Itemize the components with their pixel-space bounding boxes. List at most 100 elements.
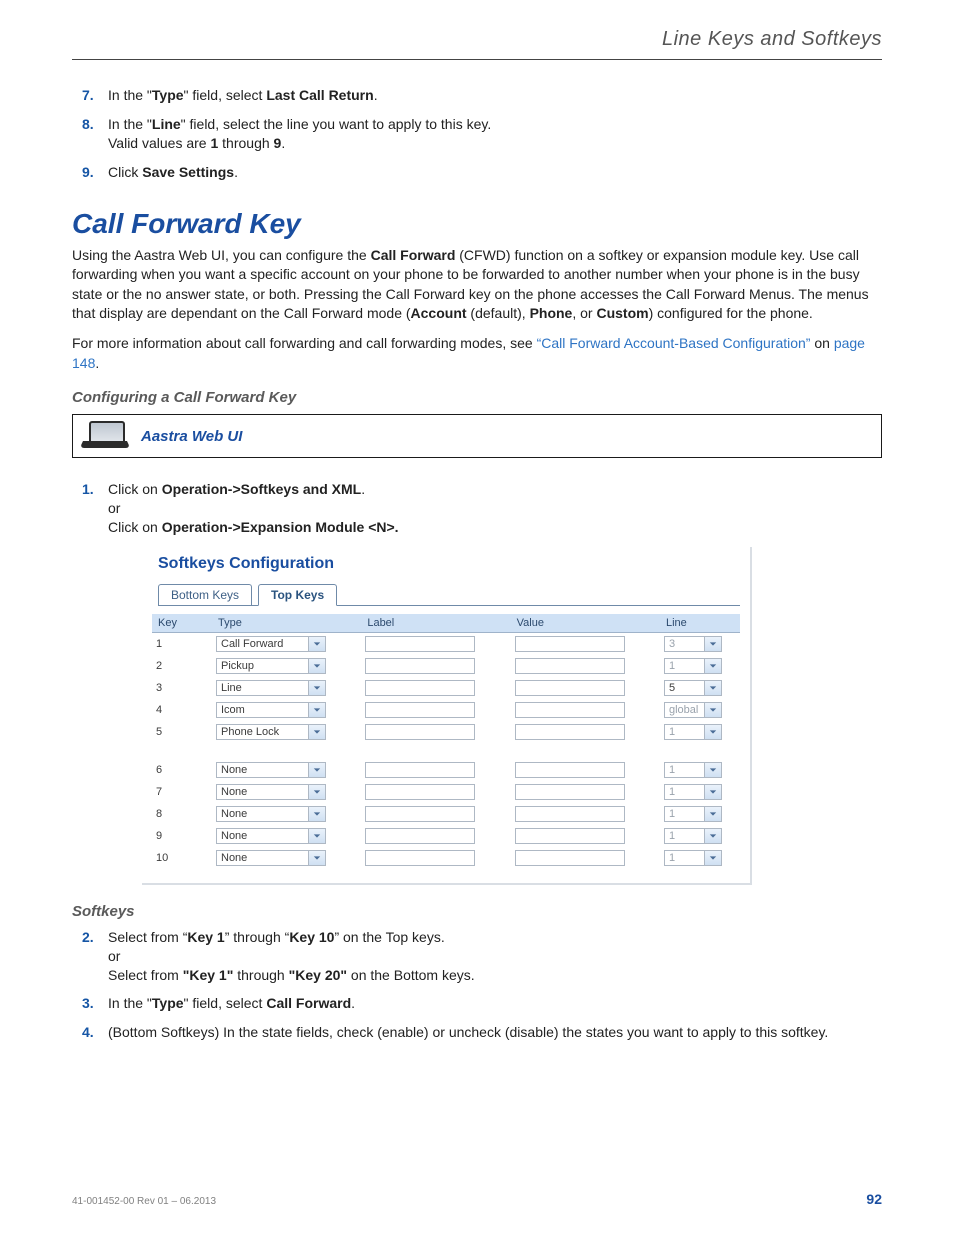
- chevron-down-icon: [704, 725, 721, 739]
- col-type: Type: [212, 614, 361, 633]
- value-input[interactable]: [515, 762, 625, 778]
- chevron-down-icon: [704, 637, 721, 651]
- step-text: (Bottom Softkeys) In the state fields, c…: [108, 1023, 828, 1042]
- value-input[interactable]: [515, 658, 625, 674]
- step-number: 4.: [82, 1023, 102, 1042]
- table-row: 2Pickup 1: [152, 655, 740, 677]
- step-9: 9. Click Save Settings.: [82, 163, 882, 182]
- chevron-down-icon: [308, 681, 325, 695]
- table-row: 5Phone Lock 1: [152, 721, 740, 743]
- chevron-down-icon: [704, 763, 721, 777]
- type-select[interactable]: None: [216, 806, 326, 822]
- section-paragraph-2: For more information about call forwardi…: [72, 334, 882, 373]
- value-input[interactable]: [515, 784, 625, 800]
- running-header: Line Keys and Softkeys: [72, 28, 882, 51]
- col-key: Key: [152, 614, 212, 633]
- tab-top-keys[interactable]: Top Keys: [258, 584, 337, 606]
- line-select[interactable]: 1: [664, 850, 722, 866]
- table-row: 4Icom global: [152, 699, 740, 721]
- type-select[interactable]: None: [216, 784, 326, 800]
- chevron-down-icon: [704, 659, 721, 673]
- label-input[interactable]: [365, 636, 475, 652]
- chevron-down-icon: [308, 637, 325, 651]
- chevron-down-icon: [308, 851, 325, 865]
- table-row: 8None 1: [152, 803, 740, 825]
- subheading-configuring: Configuring a Call Forward Key: [72, 389, 882, 406]
- step-number: 1.: [82, 480, 102, 537]
- col-value: Value: [511, 614, 660, 633]
- label-input[interactable]: [365, 702, 475, 718]
- step-4: 4. (Bottom Softkeys) In the state fields…: [82, 1023, 882, 1042]
- panel-title: Softkeys Configuration: [158, 555, 740, 573]
- type-select[interactable]: Call Forward: [216, 636, 326, 652]
- type-select[interactable]: None: [216, 850, 326, 866]
- cell-key: 9: [152, 825, 212, 847]
- label-input[interactable]: [365, 762, 475, 778]
- table-row: 10None1: [152, 847, 740, 869]
- label-input[interactable]: [365, 724, 475, 740]
- label-input[interactable]: [365, 828, 475, 844]
- type-select[interactable]: None: [216, 762, 326, 778]
- laptop-icon: [83, 421, 127, 451]
- chevron-down-icon: [704, 703, 721, 717]
- cell-key: 3: [152, 677, 212, 699]
- step-number: 9.: [82, 163, 102, 182]
- line-select[interactable]: global: [664, 702, 722, 718]
- section-paragraph-1: Using the Aastra Web UI, you can configu…: [72, 246, 882, 324]
- value-input[interactable]: [515, 806, 625, 822]
- value-input[interactable]: [515, 636, 625, 652]
- value-input[interactable]: [515, 828, 625, 844]
- label-input[interactable]: [365, 806, 475, 822]
- type-select[interactable]: Icom: [216, 702, 326, 718]
- chevron-down-icon: [704, 851, 721, 865]
- type-select[interactable]: Phone Lock: [216, 724, 326, 740]
- label-input[interactable]: [365, 784, 475, 800]
- line-select[interactable]: 1: [664, 724, 722, 740]
- line-select[interactable]: 1: [664, 784, 722, 800]
- type-select[interactable]: Pickup: [216, 658, 326, 674]
- value-input[interactable]: [515, 850, 625, 866]
- softkeys-table: Key Type Label Value Line 1 Call Forward 3…: [152, 614, 740, 869]
- cell-key: 2: [152, 655, 212, 677]
- line-select[interactable]: 5: [664, 680, 722, 696]
- table-row: 7None1: [152, 781, 740, 803]
- line-select[interactable]: 1: [664, 828, 722, 844]
- chevron-down-icon: [308, 703, 325, 717]
- intro-step-list: 7. In the "Type" field, select Last Call…: [72, 86, 882, 182]
- step-1: 1. Click on Operation->Softkeys and XML.…: [82, 480, 882, 537]
- cell-key: 5: [152, 721, 212, 743]
- line-select[interactable]: 1: [664, 658, 722, 674]
- line-select[interactable]: 3: [664, 636, 722, 652]
- value-input[interactable]: [515, 680, 625, 696]
- table-row: 1Call Forward3: [152, 632, 740, 655]
- chevron-down-icon: [704, 829, 721, 843]
- cell-key: 4: [152, 699, 212, 721]
- label-input[interactable]: [365, 680, 475, 696]
- value-input[interactable]: [515, 702, 625, 718]
- cell-key: 8: [152, 803, 212, 825]
- aastra-web-ui-bar: Aastra Web UI: [72, 414, 882, 458]
- table-row: 6None 1: [152, 759, 740, 781]
- section-heading-call-forward-key: Call Forward Key: [72, 208, 882, 240]
- label-input[interactable]: [365, 658, 475, 674]
- line-select[interactable]: 1: [664, 762, 722, 778]
- cell-key: 6: [152, 759, 212, 781]
- col-line: Line: [660, 614, 740, 633]
- xref-call-forward-config[interactable]: “Call Forward Account-Based Configuratio…: [537, 335, 811, 351]
- col-label: Label: [361, 614, 510, 633]
- chevron-down-icon: [308, 763, 325, 777]
- step-2: 2. Select from “Key 1” through “Key 10” …: [82, 928, 882, 985]
- step-8: 8. In the "Line" field, select the line …: [82, 115, 882, 153]
- step-number: 2.: [82, 928, 102, 985]
- subheading-softkeys: Softkeys: [72, 903, 882, 920]
- value-input[interactable]: [515, 724, 625, 740]
- type-select[interactable]: Line: [216, 680, 326, 696]
- step-text: Click Save Settings.: [108, 163, 238, 182]
- softkeys-step-list: 2. Select from “Key 1” through “Key 10” …: [72, 928, 882, 1042]
- aastra-web-ui-label: Aastra Web UI: [141, 428, 242, 445]
- tab-bottom-keys[interactable]: Bottom Keys: [158, 584, 252, 605]
- label-input[interactable]: [365, 850, 475, 866]
- line-select[interactable]: 1: [664, 806, 722, 822]
- type-select[interactable]: None: [216, 828, 326, 844]
- softkeys-config-panel: Softkeys Configuration Bottom Keys Top K…: [142, 547, 752, 885]
